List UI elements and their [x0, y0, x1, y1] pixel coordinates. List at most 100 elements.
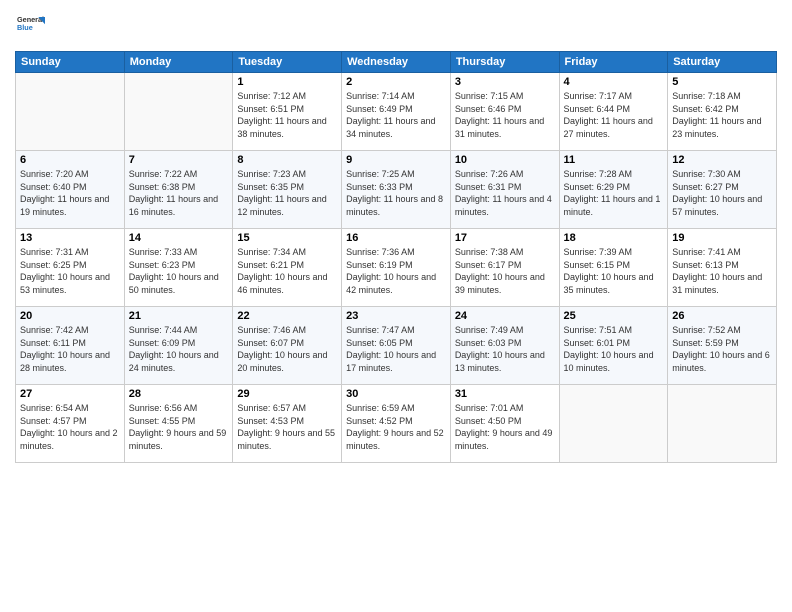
day-number: 2 [346, 76, 446, 88]
weekday-header: Thursday [450, 52, 559, 73]
day-number: 1 [237, 76, 337, 88]
day-number: 18 [564, 232, 664, 244]
day-info: Sunrise: 7:33 AM Sunset: 6:23 PM Dayligh… [129, 246, 229, 296]
calendar-cell: 5 Sunrise: 7:18 AM Sunset: 6:42 PM Daylig… [668, 73, 777, 151]
calendar-week-row: 6 Sunrise: 7:20 AM Sunset: 6:40 PM Daylig… [16, 151, 777, 229]
calendar-week-row: 20 Sunrise: 7:42 AM Sunset: 6:11 PM Dayli… [16, 307, 777, 385]
day-number: 28 [129, 388, 229, 400]
calendar-cell: 11 Sunrise: 7:28 AM Sunset: 6:29 PM Dayli… [559, 151, 668, 229]
calendar-cell: 14 Sunrise: 7:33 AM Sunset: 6:23 PM Dayli… [124, 229, 233, 307]
logo: General Blue [15, 10, 45, 43]
weekday-header: Saturday [668, 52, 777, 73]
day-number: 30 [346, 388, 446, 400]
day-info: Sunrise: 6:57 AM Sunset: 4:53 PM Dayligh… [237, 402, 337, 452]
header: General Blue [15, 10, 777, 43]
day-info: Sunrise: 7:14 AM Sunset: 6:49 PM Dayligh… [346, 90, 446, 140]
day-info: Sunrise: 6:54 AM Sunset: 4:57 PM Dayligh… [20, 402, 120, 452]
day-number: 29 [237, 388, 337, 400]
day-number: 6 [20, 154, 120, 166]
day-number: 14 [129, 232, 229, 244]
calendar-cell: 4 Sunrise: 7:17 AM Sunset: 6:44 PM Daylig… [559, 73, 668, 151]
day-number: 27 [20, 388, 120, 400]
calendar-cell: 8 Sunrise: 7:23 AM Sunset: 6:35 PM Daylig… [233, 151, 342, 229]
day-number: 3 [455, 76, 555, 88]
calendar-week-row: 1 Sunrise: 7:12 AM Sunset: 6:51 PM Daylig… [16, 73, 777, 151]
calendar-cell: 3 Sunrise: 7:15 AM Sunset: 6:46 PM Daylig… [450, 73, 559, 151]
calendar-cell: 9 Sunrise: 7:25 AM Sunset: 6:33 PM Daylig… [342, 151, 451, 229]
calendar-week-row: 13 Sunrise: 7:31 AM Sunset: 6:25 PM Dayli… [16, 229, 777, 307]
day-info: Sunrise: 7:12 AM Sunset: 6:51 PM Dayligh… [237, 90, 337, 140]
day-number: 21 [129, 310, 229, 322]
day-info: Sunrise: 7:36 AM Sunset: 6:19 PM Dayligh… [346, 246, 446, 296]
calendar-cell: 20 Sunrise: 7:42 AM Sunset: 6:11 PM Dayli… [16, 307, 125, 385]
day-number: 16 [346, 232, 446, 244]
calendar-cell: 29 Sunrise: 6:57 AM Sunset: 4:53 PM Dayli… [233, 385, 342, 463]
day-info: Sunrise: 7:52 AM Sunset: 5:59 PM Dayligh… [672, 324, 772, 374]
calendar-cell: 17Sunrise: 7:38 AM Sunset: 6:17 PM Dayli… [450, 229, 559, 307]
day-number: 9 [346, 154, 446, 166]
day-info: Sunrise: 7:22 AM Sunset: 6:38 PM Dayligh… [129, 168, 229, 218]
weekday-header: Sunday [16, 52, 125, 73]
calendar-cell: 19Sunrise: 7:41 AM Sunset: 6:13 PM Dayli… [668, 229, 777, 307]
calendar-cell: 22Sunrise: 7:46 AM Sunset: 6:07 PM Dayli… [233, 307, 342, 385]
day-number: 5 [672, 76, 772, 88]
calendar-page: General Blue SundayMondayTuesdayWednesda… [0, 0, 792, 612]
day-info: Sunrise: 7:31 AM Sunset: 6:25 PM Dayligh… [20, 246, 120, 296]
day-number: 12 [672, 154, 772, 166]
day-number: 15 [237, 232, 337, 244]
day-number: 7 [129, 154, 229, 166]
day-number: 11 [564, 154, 664, 166]
calendar-cell: 27 Sunrise: 6:54 AM Sunset: 4:57 PM Dayli… [16, 385, 125, 463]
calendar-cell: 1 Sunrise: 7:12 AM Sunset: 6:51 PM Daylig… [233, 73, 342, 151]
day-info: Sunrise: 7:15 AM Sunset: 6:46 PM Dayligh… [455, 90, 555, 140]
calendar-cell: 10Sunrise: 7:26 AM Sunset: 6:31 PM Dayli… [450, 151, 559, 229]
weekday-header: Wednesday [342, 52, 451, 73]
day-number: 8 [237, 154, 337, 166]
calendar-cell: 25 Sunrise: 7:51 AM Sunset: 6:01 PM Dayli… [559, 307, 668, 385]
day-number: 13 [20, 232, 120, 244]
calendar-cell: 24Sunrise: 7:49 AM Sunset: 6:03 PM Dayli… [450, 307, 559, 385]
calendar-body: 1 Sunrise: 7:12 AM Sunset: 6:51 PM Daylig… [16, 73, 777, 463]
calendar-cell: 23Sunrise: 7:47 AM Sunset: 6:05 PM Dayli… [342, 307, 451, 385]
day-info: Sunrise: 7:51 AM Sunset: 6:01 PM Dayligh… [564, 324, 664, 374]
calendar-cell: 6 Sunrise: 7:20 AM Sunset: 6:40 PM Daylig… [16, 151, 125, 229]
day-info: Sunrise: 7:01 AM Sunset: 4:50 PM Dayligh… [455, 402, 555, 452]
calendar-cell [668, 385, 777, 463]
calendar-cell: 26Sunrise: 7:52 AM Sunset: 5:59 PM Dayli… [668, 307, 777, 385]
day-number: 25 [564, 310, 664, 322]
weekday-header: Monday [124, 52, 233, 73]
svg-text:Blue: Blue [17, 23, 33, 32]
day-info: Sunrise: 7:25 AM Sunset: 6:33 PM Dayligh… [346, 168, 446, 218]
calendar-cell [16, 73, 125, 151]
calendar-cell: 28Sunrise: 6:56 AM Sunset: 4:55 PM Dayli… [124, 385, 233, 463]
day-number: 10 [455, 154, 555, 166]
day-number: 22 [237, 310, 337, 322]
day-info: Sunrise: 7:18 AM Sunset: 6:42 PM Dayligh… [672, 90, 772, 140]
day-info: Sunrise: 7:20 AM Sunset: 6:40 PM Dayligh… [20, 168, 120, 218]
calendar-cell: 30Sunrise: 6:59 AM Sunset: 4:52 PM Dayli… [342, 385, 451, 463]
day-number: 4 [564, 76, 664, 88]
calendar-table: SundayMondayTuesdayWednesdayThursdayFrid… [15, 51, 777, 463]
weekday-header: Tuesday [233, 52, 342, 73]
day-info: Sunrise: 7:39 AM Sunset: 6:15 PM Dayligh… [564, 246, 664, 296]
day-number: 20 [20, 310, 120, 322]
calendar-cell: 18 Sunrise: 7:39 AM Sunset: 6:15 PM Dayli… [559, 229, 668, 307]
day-info: Sunrise: 7:44 AM Sunset: 6:09 PM Dayligh… [129, 324, 229, 374]
calendar-cell: 15 Sunrise: 7:34 AM Sunset: 6:21 PM Dayli… [233, 229, 342, 307]
day-info: Sunrise: 7:28 AM Sunset: 6:29 PM Dayligh… [564, 168, 664, 218]
calendar-header-row: SundayMondayTuesdayWednesdayThursdayFrid… [16, 52, 777, 73]
calendar-cell: 21 Sunrise: 7:44 AM Sunset: 6:09 PM Dayli… [124, 307, 233, 385]
day-info: Sunrise: 7:17 AM Sunset: 6:44 PM Dayligh… [564, 90, 664, 140]
day-info: Sunrise: 7:49 AM Sunset: 6:03 PM Dayligh… [455, 324, 555, 374]
day-info: Sunrise: 7:38 AM Sunset: 6:17 PM Dayligh… [455, 246, 555, 296]
day-info: Sunrise: 7:23 AM Sunset: 6:35 PM Dayligh… [237, 168, 337, 218]
day-number: 19 [672, 232, 772, 244]
day-info: Sunrise: 7:47 AM Sunset: 6:05 PM Dayligh… [346, 324, 446, 374]
calendar-week-row: 27 Sunrise: 6:54 AM Sunset: 4:57 PM Dayli… [16, 385, 777, 463]
day-info: Sunrise: 7:42 AM Sunset: 6:11 PM Dayligh… [20, 324, 120, 374]
calendar-cell [124, 73, 233, 151]
day-info: Sunrise: 7:34 AM Sunset: 6:21 PM Dayligh… [237, 246, 337, 296]
calendar-cell: 13 Sunrise: 7:31 AM Sunset: 6:25 PM Dayli… [16, 229, 125, 307]
calendar-cell: 16 Sunrise: 7:36 AM Sunset: 6:19 PM Dayli… [342, 229, 451, 307]
weekday-header: Friday [559, 52, 668, 73]
